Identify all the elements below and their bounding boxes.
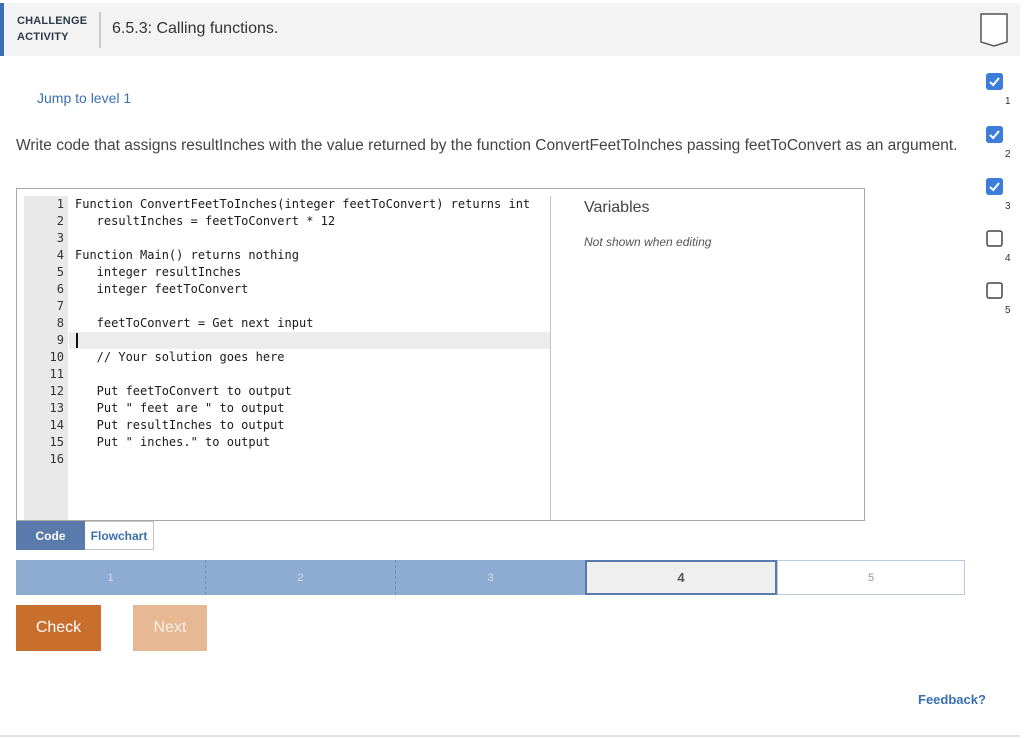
code-line[interactable]: Function Main() returns nothing [69, 247, 550, 264]
line-number: 6 [56, 282, 64, 296]
level-rail-number: 4 [1005, 253, 1011, 264]
level-rail-item-4[interactable]: 4 [986, 230, 1011, 264]
progress-segment-2[interactable]: 2 [206, 560, 396, 595]
text-cursor [76, 333, 78, 348]
line-number: 15 [49, 435, 64, 449]
check-button[interactable]: Check [16, 605, 101, 651]
feedback-link[interactable]: Feedback? [918, 692, 986, 707]
level-progress-bar: 1 2 3 4 5 [16, 560, 965, 595]
code-line[interactable]: integer resultInches [69, 264, 550, 281]
variables-title: Variables [584, 199, 650, 216]
tab-code[interactable]: Code [16, 521, 85, 550]
line-number: 1 [56, 197, 64, 211]
line-number: 10 [49, 350, 64, 364]
level-rail-item-1[interactable]: 1 [986, 73, 1011, 107]
line-number: 8 [56, 316, 64, 330]
code-line[interactable] [69, 298, 550, 315]
code-line[interactable]: integer feetToConvert [69, 281, 550, 298]
code-line[interactable]: Put " inches." to output [69, 434, 550, 451]
level-rail-number: 5 [1005, 305, 1011, 316]
progress-segment-5[interactable]: 5 [777, 560, 965, 595]
checkmark-icon [986, 126, 1003, 143]
level-rail-item-2[interactable]: 2 [986, 126, 1011, 160]
code-line[interactable]: Put resultInches to output [69, 417, 550, 434]
code-line[interactable] [69, 332, 550, 349]
code-line[interactable] [69, 230, 550, 247]
level-rail-number: 2 [1005, 149, 1011, 160]
level-rail-item-3[interactable]: 3 [986, 178, 1011, 212]
variables-note: Not shown when editing [584, 235, 712, 249]
empty-box-icon [986, 282, 1003, 299]
activity-type-line1: CHALLENGE [17, 15, 88, 27]
code-line[interactable]: feetToConvert = Get next input [69, 315, 550, 332]
progress-segment-4[interactable]: 4 [585, 560, 777, 595]
code-line[interactable] [69, 366, 550, 383]
line-number: 7 [56, 299, 64, 313]
code-line[interactable]: Put " feet are " to output [69, 400, 550, 417]
code-line[interactable]: resultInches = feetToConvert * 12 [69, 213, 550, 230]
line-number: 11 [49, 367, 64, 381]
jump-to-level-link[interactable]: Jump to level 1 [37, 90, 131, 106]
checkmark-icon [986, 178, 1003, 195]
line-number: 3 [56, 231, 64, 245]
checkmark-icon [986, 73, 1003, 90]
tab-flowchart[interactable]: Flowchart [85, 521, 154, 550]
level-rail-item-5[interactable]: 5 [986, 282, 1011, 316]
level-rail-number: 3 [1005, 201, 1011, 212]
line-number: 12 [49, 384, 64, 398]
bottom-divider [0, 735, 1020, 737]
code-editor[interactable]: Function ConvertFeetToInches(integer fee… [69, 196, 551, 520]
header-divider [99, 12, 101, 48]
code-line[interactable]: // Your solution goes here [69, 349, 550, 366]
challenge-prompt: Write code that assigns resultInches wit… [16, 137, 958, 154]
line-number: 2 [56, 214, 64, 228]
activity-type-label: CHALLENGE ACTIVITY [17, 13, 87, 45]
activity-title: 6.5.3: Calling functions. [112, 20, 279, 37]
next-button[interactable]: Next [133, 605, 207, 651]
code-line[interactable] [69, 451, 550, 468]
activity-type-line2: ACTIVITY [17, 31, 69, 43]
line-number: 4 [56, 248, 64, 262]
code-line[interactable]: Put feetToConvert to output [69, 383, 550, 400]
activity-completion-icon [980, 13, 1008, 47]
level-rail-number: 1 [1005, 96, 1011, 107]
line-number: 5 [56, 265, 64, 279]
code-line[interactable]: Function ConvertFeetToInches(integer fee… [69, 196, 550, 213]
line-number-gutter: 1 2 3 4 5 6 7 8 9 10 11 12 13 14 15 16 [24, 196, 68, 520]
line-number: 13 [49, 401, 64, 415]
line-number: 16 [49, 452, 64, 466]
line-number: 9 [56, 333, 64, 347]
line-number: 14 [49, 418, 64, 432]
progress-segment-1[interactable]: 1 [16, 560, 206, 595]
activity-header: CHALLENGE ACTIVITY 6.5.3: Calling functi… [0, 3, 1020, 56]
empty-box-icon [986, 230, 1003, 247]
progress-segment-3[interactable]: 3 [396, 560, 585, 595]
challenge-workspace: 1 2 3 4 5 6 7 8 9 10 11 12 13 14 15 16 Function Convert… [16, 188, 865, 521]
